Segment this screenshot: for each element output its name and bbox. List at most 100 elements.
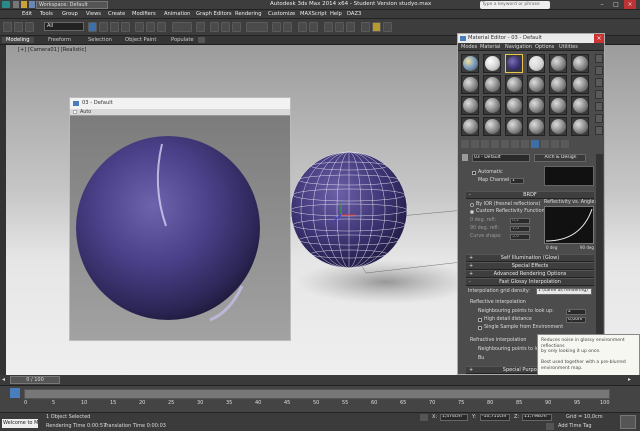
move-icon[interactable] xyxy=(135,22,144,32)
tab-selection[interactable]: Selection xyxy=(84,37,116,43)
tab-object-paint[interactable]: Object Paint xyxy=(121,37,160,43)
rollout-self-illumination[interactable]: + Self Illumination (Glow) xyxy=(466,254,594,262)
select-object-icon[interactable] xyxy=(88,22,97,32)
sample-slot[interactable] xyxy=(505,75,523,94)
lock-selection-icon[interactable] xyxy=(420,414,428,421)
zero-deg-field[interactable]: 0,2 xyxy=(510,218,530,224)
sample-slot[interactable] xyxy=(461,54,479,73)
auto-checkbox[interactable] xyxy=(73,110,77,114)
sample-slot[interactable] xyxy=(527,54,545,73)
mirror-icon[interactable] xyxy=(272,22,281,32)
sample-slot[interactable] xyxy=(461,96,479,115)
app-logo-icon[interactable] xyxy=(2,1,10,8)
menu-material[interactable]: Material xyxy=(480,44,500,50)
menu-edit[interactable]: Edit xyxy=(22,11,32,17)
ninety-deg-field[interactable]: 1,0 xyxy=(510,226,530,232)
sample-slot[interactable] xyxy=(527,96,545,115)
rollout-advanced-rendering[interactable]: + Advanced Rendering Options xyxy=(466,270,594,278)
scale-icon[interactable] xyxy=(157,22,166,32)
rendered-frame-icon[interactable] xyxy=(372,22,381,32)
menu-views[interactable]: Views xyxy=(86,11,101,17)
menu-tools[interactable]: Tools xyxy=(40,11,53,17)
sample-slot[interactable] xyxy=(527,117,545,136)
sample-slot[interactable] xyxy=(571,96,589,115)
sample-slot[interactable] xyxy=(461,117,479,136)
sample-uv-tiling-icon[interactable] xyxy=(595,90,603,99)
pivot-icon[interactable] xyxy=(196,22,205,32)
rollout-special-effects[interactable]: + Special Effects xyxy=(466,262,594,270)
sample-slot[interactable] xyxy=(549,75,567,94)
sample-slot[interactable] xyxy=(505,96,523,115)
by-ior-radio[interactable] xyxy=(470,203,474,207)
curve-editor-icon[interactable] xyxy=(324,22,333,32)
rollout-brdf[interactable]: - BRDF xyxy=(466,191,594,199)
get-material-icon[interactable] xyxy=(461,140,469,148)
ribbon-toggle-icon[interactable] xyxy=(309,22,318,32)
sample-slot[interactable] xyxy=(461,75,479,94)
make-preview-icon[interactable] xyxy=(595,114,603,123)
menu-utilities[interactable]: Utilities xyxy=(559,44,578,50)
automatic-radio[interactable] xyxy=(472,171,476,175)
maxscript-listener[interactable]: Welcome to M xyxy=(2,419,38,428)
sample-slot[interactable] xyxy=(483,75,501,94)
link-icon[interactable] xyxy=(25,22,34,32)
close-button[interactable]: × xyxy=(624,0,636,9)
mini-curve-editor-icon[interactable] xyxy=(10,388,20,398)
tab-populate[interactable]: Populate xyxy=(167,37,198,43)
time-slider[interactable]: 0 / 100 ◂ ▸ xyxy=(0,375,640,385)
backlight-icon[interactable] xyxy=(595,66,603,75)
neighbouring-points-field[interactable]: 2 xyxy=(566,309,586,315)
menu-create[interactable]: Create xyxy=(108,11,125,17)
search-input[interactable]: Type a keyword or phrase xyxy=(480,1,550,9)
sample-slot[interactable] xyxy=(549,54,567,73)
align-icon[interactable] xyxy=(283,22,292,32)
percent-snap-icon[interactable] xyxy=(232,22,241,32)
menu-graph-editors[interactable]: Graph Editors xyxy=(196,11,232,17)
select-by-name-icon[interactable] xyxy=(99,22,108,32)
region-select-icon[interactable] xyxy=(110,22,119,32)
menu-navigation[interactable]: Navigation xyxy=(505,44,532,50)
sample-slot-selected[interactable] xyxy=(505,54,523,73)
material-editor-close-button[interactable]: × xyxy=(594,34,604,43)
save-icon[interactable] xyxy=(29,1,35,8)
make-unique-icon[interactable] xyxy=(501,140,509,148)
sample-slot[interactable] xyxy=(571,54,589,73)
high-detail-checkbox[interactable] xyxy=(478,318,482,322)
sample-slot[interactable] xyxy=(483,117,501,136)
slider-next-icon[interactable]: ▸ xyxy=(628,376,631,383)
reset-map-icon[interactable] xyxy=(491,140,499,148)
put-to-scene-icon[interactable] xyxy=(471,140,479,148)
video-color-check-icon[interactable] xyxy=(595,102,603,111)
reference-coordinate-dropdown[interactable] xyxy=(172,22,192,32)
layer-manager-icon[interactable] xyxy=(298,22,307,32)
selection-filter-dropdown[interactable]: All xyxy=(44,22,84,31)
menu-rendering[interactable]: Rendering xyxy=(235,11,262,17)
ribbon-options-icon[interactable] xyxy=(198,37,205,43)
sample-slot[interactable] xyxy=(527,75,545,94)
undo-icon[interactable] xyxy=(3,22,12,32)
show-shaded-icon[interactable] xyxy=(531,140,539,148)
window-crossing-icon[interactable] xyxy=(121,22,130,32)
material-preview-window[interactable]: 03 - Default Auto xyxy=(69,97,291,341)
grid-density-dropdown[interactable]: 1 (same as rendering) xyxy=(536,288,592,295)
menu-modes[interactable]: Modes xyxy=(461,44,477,50)
menu-daz3[interactable]: DAZ3 xyxy=(347,11,361,17)
material-editor-window[interactable]: Material Editor - 03 - Default × Modes M… xyxy=(457,33,605,375)
sample-type-icon[interactable] xyxy=(595,54,603,63)
menu-animation[interactable]: Animation xyxy=(164,11,190,17)
sample-slot[interactable] xyxy=(571,75,589,94)
sample-slot[interactable] xyxy=(483,54,501,73)
key-mode-icon[interactable] xyxy=(620,415,636,429)
menu-group[interactable]: Group xyxy=(62,11,78,17)
time-tag-icon[interactable] xyxy=(546,423,554,430)
new-file-icon[interactable] xyxy=(13,1,19,8)
menu-maxscript[interactable]: MAXScript xyxy=(300,11,327,17)
track-ruler[interactable] xyxy=(24,389,610,399)
slider-prev-icon[interactable]: ◂ xyxy=(2,376,5,383)
y-coordinate-field[interactable]: -10,711cm xyxy=(480,414,510,421)
high-detail-field[interactable]: 0,00m xyxy=(566,317,586,323)
custom-reflectivity-radio[interactable] xyxy=(470,210,474,214)
material-name-field[interactable]: 03 - Default xyxy=(472,154,530,162)
named-selection-dropdown[interactable] xyxy=(246,22,268,32)
tab-freeform[interactable]: Freeform xyxy=(44,37,75,43)
